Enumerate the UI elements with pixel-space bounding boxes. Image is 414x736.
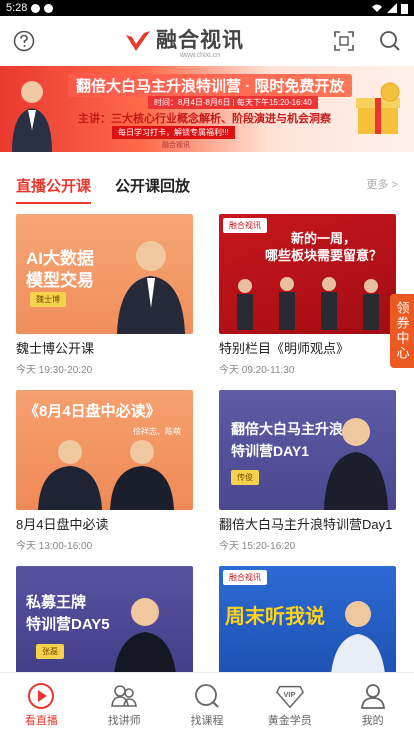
course-title: 魏士博公开课 [16,341,95,356]
nav-label: 找讲师 [107,714,141,727]
banner-info: 时间：8月4日-8月6日 | 每天下午15:20-16:40 [148,96,318,109]
course-card[interactable]: 翻倍大白马主升浪 特训营DAY1 传俊 翻倍大白马主升浪特训营Day1 今天 1… [219,390,396,552]
teacher-tag: 徐祥志、陈萌 [133,427,181,436]
play-icon [28,682,55,709]
course-thumbnail: 《8月4日盘中必读》 徐祥志、陈萌 [16,390,193,510]
course-time: 今天 09:20-11:30 [219,365,295,376]
wifi-icon [372,4,382,12]
course-card[interactable]: 融合视讯 新的一周， 哪些板块需要留意？ 特别栏目《明师观点》 今天 09:20… [219,214,396,376]
profile-icon [360,683,385,709]
banner-title: 翻倍大白马主升浪特训营 · 限时免费开放 [68,74,353,97]
scan-icon[interactable] [330,27,358,55]
battery-icon [401,3,408,14]
brand-tag: 融合视讯 [223,218,267,233]
nav-profile[interactable]: 我的 [331,673,414,736]
vip-icon: VIP [275,685,304,708]
thumb-title: 私募王牌 特训营DAY5 [26,594,110,633]
course-thumbnail: AI大数据 模型交易 魏士博 [16,214,193,334]
teacher-icon [111,684,138,707]
logo-mark-icon [126,31,150,51]
teacher-photo [117,241,185,334]
notification-icon [31,3,41,13]
course-card[interactable]: 《8月4日盘中必读》 徐祥志、陈萌 8月4日盘中必读 今天 13:00-16:0… [16,390,193,552]
search-icon[interactable] [376,27,404,55]
coupon-center-button[interactable]: 领券中心 [390,294,414,368]
teacher-tag: 张磊 [36,644,64,659]
nav-label: 黄金学员 [267,714,312,727]
brand-tag: 融合视讯 [223,570,267,585]
top-bar: 融合视讯 www.chixi.cn [0,16,414,66]
course-tabs: 直播公开课 公开课回放 更多 > [0,152,414,204]
banner-footer: 融合视讯 [162,142,190,149]
thumb-title: AI大数据 模型交易 [26,249,94,290]
gift-icon [356,82,400,134]
course-card[interactable]: 私募王牌 特训营DAY5 张磊 [16,566,193,686]
svg-text:VIP: VIP [283,689,295,698]
teacher-tag: 传俊 [231,470,259,485]
help-icon[interactable] [10,27,38,55]
nav-find-teacher[interactable]: 找讲师 [83,673,166,736]
teacher-tag: 魏士博 [30,292,66,307]
more-link[interactable]: 更多 > [367,176,398,192]
tab-replay[interactable]: 公开课回放 [115,175,190,204]
course-time: 今天 15:20-16:20 [219,541,296,552]
course-thumbnail: 融合视讯 新的一周， 哪些板块需要留意？ [219,214,396,334]
course-thumbnail: 融合视讯 周末听我说 [219,566,396,686]
app-logo: 融合视讯 www.chixi.cn [124,24,244,59]
course-card[interactable]: 融合视讯 周末听我说 [219,566,396,686]
teacher-photo [113,598,177,686]
course-title: 特别栏目《明师观点》 [219,341,350,356]
nav-label: 看直播 [24,714,58,727]
logo-text: 融合视讯 [156,28,244,52]
bottom-nav: 看直播 找讲师 找课程 VIP 黄金学员 我的 [0,672,414,736]
course-thumbnail: 私募王牌 特训营DAY5 张磊 [16,566,193,686]
thumb-title: 《8月4日盘中必读》 [24,403,161,420]
nav-label: 找课程 [190,714,224,727]
promo-banner[interactable]: 翻倍大白马主升浪特训营 · 限时免费开放 时间：8月4日-8月6日 | 每天下午… [0,66,414,152]
tab-live[interactable]: 直播公开课 [16,175,92,204]
teacher-photo [324,418,388,510]
status-bar: 5:28 [0,0,414,16]
nav-watch-live[interactable]: 看直播 [0,673,83,736]
course-card[interactable]: AI大数据 模型交易 魏士博 魏士博公开课 今天 19:30-20:20 [16,214,193,376]
teacher-photos [38,440,174,510]
notification-icon [44,3,54,13]
nav-label: 我的 [361,714,384,727]
banner-speaker: 主讲：三大核心行业概念解析、阶段演进与机会洞察 [78,113,331,125]
course-thumbnail: 翻倍大白马主升浪 特训营DAY1 传俊 [219,390,396,510]
signal-icon [387,3,397,13]
course-icon [195,683,219,708]
course-grid: AI大数据 模型交易 魏士博 魏士博公开课 今天 19:30-20:20 融合视… [0,204,414,686]
teacher-photos [237,277,379,330]
thumb-title: 新的一周， 哪些板块需要留意？ [265,231,383,263]
course-title: 8月4日盘中必读 [16,517,109,532]
nav-gold-member[interactable]: VIP 黄金学员 [248,673,331,736]
banner-slogan: 每日学习打卡，解锁专属福利!!! [112,126,235,139]
thumb-title: 周末听我说 [225,606,325,628]
nav-find-course[interactable]: 找课程 [166,673,249,736]
speaker-photo [12,81,52,152]
course-time: 今天 13:00-16:00 [16,541,93,552]
course-time: 今天 19:30-20:20 [16,365,93,376]
course-title: 翻倍大白马主升浪特训营Day1 [219,517,393,532]
status-time: 5:28 [6,2,28,14]
